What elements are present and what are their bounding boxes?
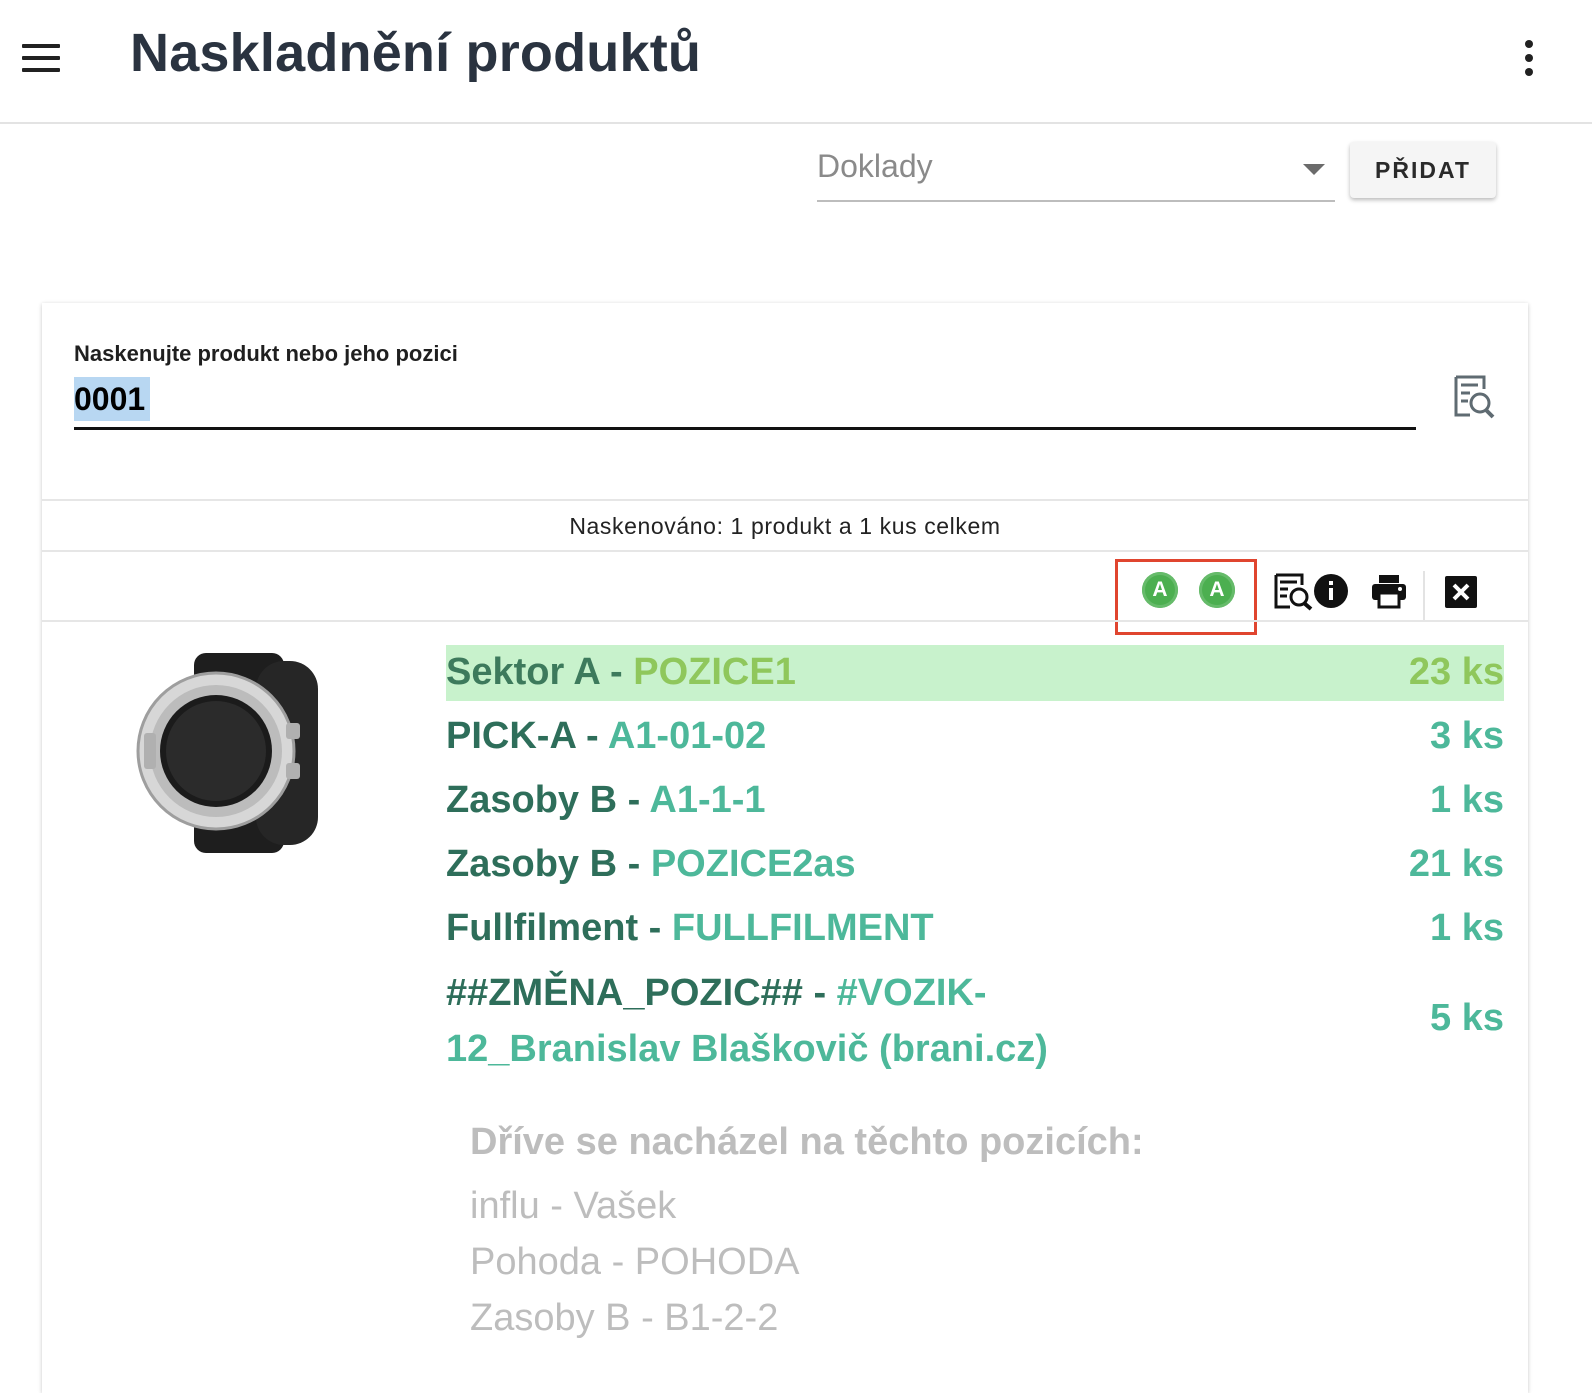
position-separator: - [617,779,650,821]
scan-field-label: Naskenujte produkt nebo jeho pozici [74,341,458,366]
position-quantity: 3 ks [1430,715,1504,757]
previous-position-item: influ - Vašek [470,1185,677,1227]
position-code: POZICE2as [650,843,856,885]
highlight-frame [1115,559,1257,635]
position-sector: Sektor A [446,651,600,693]
scan-input[interactable] [74,375,1416,423]
position-row[interactable]: Fullfilment - FULLFILMENT 1 ks [446,901,1504,957]
app-bar: Naskladnění produktů [0,0,1592,124]
product-image [136,653,326,853]
page-title: Naskladnění produktů [130,23,702,83]
position-code: A1-01-02 [607,715,767,757]
info-icon[interactable] [1313,573,1349,609]
position-row[interactable]: Zasoby B - POZICE2as 21 ks [446,837,1504,893]
position-code: A1-1-1 [649,779,766,821]
position-code: FULLFILMENT [671,907,934,949]
close-box-icon[interactable] [1445,576,1477,608]
document-search-icon[interactable] [1452,373,1496,421]
documents-select[interactable]: Doklady [817,140,1335,202]
position-quantity: 1 ks [1430,907,1504,949]
divider [42,550,1528,552]
position-separator: - [802,972,837,1014]
position-sector: PICK-A [446,715,576,757]
position-quantity: 1 ks [1430,779,1504,821]
print-icon[interactable] [1370,573,1408,609]
position-sector: Fullfilment [446,907,639,949]
previous-position-item: Zasoby B - B1-2-2 [470,1297,779,1339]
scan-field [74,375,1416,430]
position-separator: - [599,651,634,693]
document-search-icon[interactable] [1274,573,1314,611]
position-code: POZICE1 [633,651,796,693]
scan-card: Naskenujte produkt nebo jeho pozici Nask… [42,303,1528,1393]
position-separator: - [617,843,651,885]
position-row[interactable]: ##ZMĚNA_POZIC## - #VOZIK-12_Branislav Bl… [446,965,1504,1085]
position-quantity: 21 ks [1408,843,1504,885]
divider [42,499,1528,501]
position-row[interactable]: PICK-A - A1-01-02 3 ks [446,709,1504,765]
hamburger-icon[interactable] [22,44,60,72]
position-row[interactable]: Sektor A - POZICE1 23 ks [446,645,1504,701]
position-quantity: 5 ks [1430,997,1504,1039]
dropdown-arrow-icon [1303,164,1325,175]
documents-select-label: Doklady [817,148,933,184]
position-sector: Zasoby B [446,843,618,885]
position-quantity: 23 ks [1408,651,1504,693]
position-sector: ##ZMĚNA_POZIC## [446,972,803,1014]
add-button[interactable]: PŘIDAT [1350,142,1496,198]
position-separator: - [638,907,672,949]
position-sector: Zasoby B [446,779,618,821]
more-vert-icon[interactable] [1518,38,1540,78]
position-row[interactable]: Zasoby B - A1-1-1 1 ks [446,773,1504,829]
toolbar-separator [1423,571,1425,621]
divider [42,620,1528,622]
position-separator: - [575,715,608,757]
previous-position-item: Pohoda - POHODA [470,1241,800,1283]
scan-summary: Naskenováno: 1 produkt a 1 kus celkem [569,513,1001,539]
previous-positions-title: Dříve se nacházel na těchto pozicích: [470,1121,1144,1163]
